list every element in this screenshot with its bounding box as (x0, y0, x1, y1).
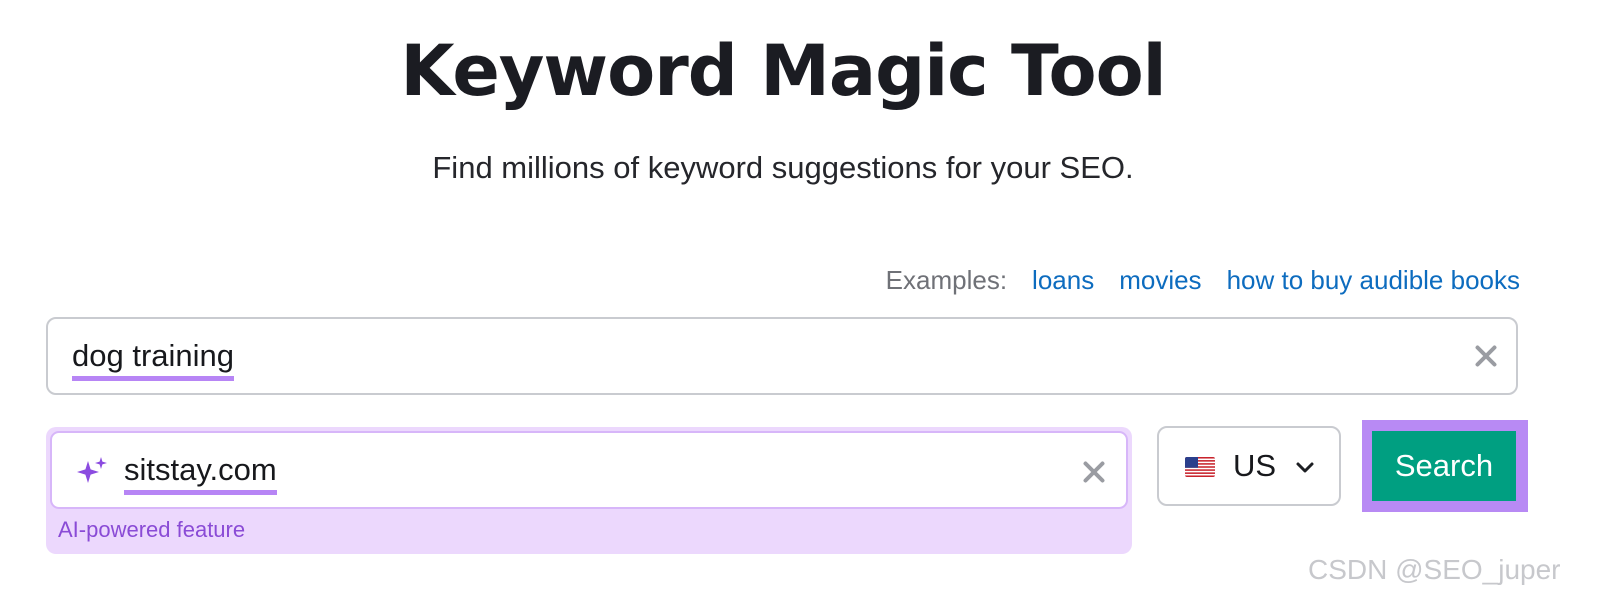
example-link-audible-books[interactable]: how to buy audible books (1227, 262, 1520, 298)
ai-powered-note: AI-powered feature (58, 517, 246, 542)
page-subtitle: Find millions of keyword suggestions for… (432, 150, 1134, 185)
watermark: CSDN @SEO_juper (1308, 554, 1561, 585)
page-title: Keyword Magic Tool (400, 30, 1166, 112)
search-button[interactable]: Search (1372, 431, 1516, 501)
domain-input-value[interactable]: sitstay.com (124, 450, 277, 495)
domain-clear-close-icon[interactable] (1082, 460, 1106, 484)
keyword-input-value[interactable]: dog training (72, 336, 235, 381)
domain-input[interactable]: sitstay.com (50, 431, 1128, 509)
chevron-down-icon (1296, 462, 1314, 473)
examples-label: Examples: (885, 265, 1008, 295)
ai-domain-panel: sitstay.com AI-powered feature (46, 427, 1132, 554)
database-select[interactable]: US (1157, 426, 1341, 506)
examples-row: Examples: loans movies how to buy audibl… (886, 262, 1520, 298)
example-link-loans[interactable]: loans (1032, 262, 1094, 298)
database-select-label: US (1233, 448, 1277, 483)
example-link-movies[interactable]: movies (1119, 262, 1201, 298)
keyword-input[interactable]: dog training (46, 317, 1518, 395)
sparkle-icon (77, 457, 107, 483)
us-flag-icon (1185, 457, 1215, 477)
keyword-clear-close-icon[interactable] (1474, 344, 1498, 368)
